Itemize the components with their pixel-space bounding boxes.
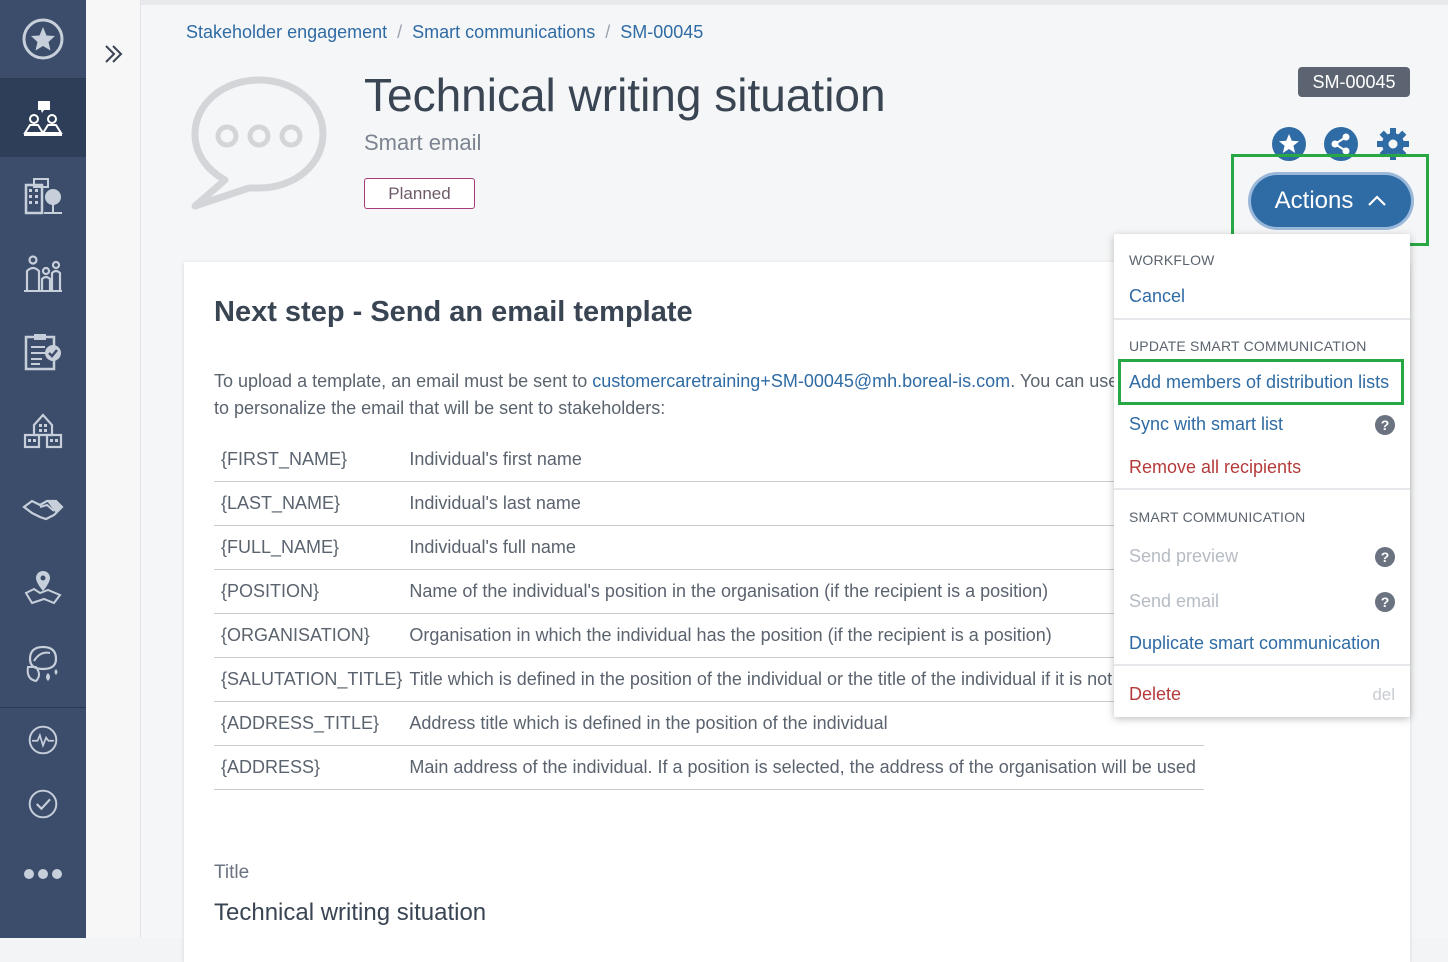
variable-description: Main address of the individual. If a pos… [402, 746, 1204, 790]
menu-send-preview[interactable]: Send preview ? [1129, 546, 1395, 567]
more-icon[interactable] [0, 836, 86, 912]
delete-shortcut: del [1372, 685, 1395, 705]
variable-description: Name of the individual's position in the… [402, 570, 1204, 614]
organisations-icon[interactable] [0, 157, 86, 235]
breadcrumb: Stakeholder engagement/Smart communicati… [186, 22, 703, 43]
svg-text:?: ? [1381, 417, 1390, 433]
menu-send-email[interactable]: Send email ? [1129, 591, 1395, 612]
environment-icon[interactable] [0, 625, 86, 703]
expand-chevrons-icon[interactable] [102, 42, 126, 66]
breadcrumb-stakeholder-engagement[interactable]: Stakeholder engagement [186, 22, 387, 42]
stakeholder-engagement-icon[interactable] [0, 79, 86, 157]
agreements-icon[interactable] [0, 469, 86, 547]
gear-icon[interactable] [1376, 127, 1410, 161]
share-icon[interactable] [1324, 127, 1358, 161]
table-row: {SALUTATION_TITLE}Title which is defined… [214, 658, 1204, 702]
menu-delete[interactable]: Deletedel [1129, 684, 1395, 705]
breadcrumb-current[interactable]: SM-00045 [620, 22, 703, 42]
activity-icon[interactable] [0, 708, 86, 772]
menu-add-members-distribution-lists[interactable]: Add members of distribution lists [1129, 372, 1395, 393]
table-row: {ADDRESS}Main address of the individual.… [214, 746, 1204, 790]
header-icons [1272, 127, 1410, 161]
individuals-icon[interactable] [0, 235, 86, 313]
svg-text:?: ? [1381, 549, 1390, 565]
section-smart-communication: SMART COMMUNICATION [1129, 509, 1305, 525]
variable-description: Individual's last name [402, 482, 1204, 526]
variable-code: {SALUTATION_TITLE} [214, 658, 402, 702]
variable-code: {POSITION} [214, 570, 402, 614]
menu-sync-smart-list[interactable]: Sync with smart list ? [1129, 414, 1395, 435]
variable-code: {ORGANISATION} [214, 614, 402, 658]
help-icon[interactable]: ? [1375, 592, 1395, 612]
table-row: {ADDRESS_TITLE}Address title which is de… [214, 702, 1204, 746]
section-update-smart-communication: UPDATE SMART COMMUNICATION [1129, 338, 1367, 354]
variable-description: Individual's first name [402, 438, 1204, 482]
title-field-value: Technical writing situation [214, 899, 486, 927]
table-row: {FIRST_NAME}Individual's first name [214, 438, 1204, 482]
properties-icon[interactable] [0, 391, 86, 469]
variable-description: Address title which is defined in the po… [402, 702, 1204, 746]
breadcrumb-smart-communications[interactable]: Smart communications [412, 22, 595, 42]
status-badge: Planned [364, 178, 475, 209]
actions-label: Actions [1275, 187, 1354, 215]
speech-bubble-icon [189, 72, 329, 212]
chevron-up-icon [1367, 195, 1387, 207]
territories-icon[interactable] [0, 547, 86, 625]
commitments-icon[interactable] [0, 313, 86, 391]
side-panel [86, 0, 141, 938]
title-field-label: Title [214, 862, 249, 884]
id-badge: SM-00045 [1298, 67, 1410, 97]
star-icon[interactable] [1272, 127, 1306, 161]
table-row: {LAST_NAME}Individual's last name [214, 482, 1204, 526]
table-row: {FULL_NAME}Individual's full name [214, 526, 1204, 570]
page-subtitle: Smart email [364, 130, 481, 156]
table-row: {POSITION}Name of the individual's posit… [214, 570, 1204, 614]
table-row: {ORGANISATION}Organisation in which the … [214, 614, 1204, 658]
variable-description: Individual's full name [402, 526, 1204, 570]
help-icon[interactable]: ? [1375, 415, 1395, 435]
actions-dropdown-menu: WORKFLOW Cancel UPDATE SMART COMMUNICATI… [1114, 234, 1410, 717]
tasks-icon[interactable] [0, 772, 86, 836]
menu-duplicate-smart-communication[interactable]: Duplicate smart communication [1129, 633, 1395, 654]
page-title: Technical writing situation [364, 68, 886, 122]
intro-text: To upload a template, an email must be s… [214, 368, 1214, 422]
menu-remove-all-recipients[interactable]: Remove all recipients [1129, 457, 1395, 478]
favorites-icon[interactable] [0, 0, 86, 78]
svg-text:?: ? [1381, 594, 1390, 610]
actions-button[interactable]: Actions [1251, 175, 1411, 227]
variable-code: {ADDRESS_TITLE} [214, 702, 402, 746]
section-workflow: WORKFLOW [1129, 252, 1215, 268]
menu-cancel[interactable]: Cancel [1129, 286, 1395, 307]
variable-description: Title which is defined in the position o… [402, 658, 1204, 702]
left-nav [0, 0, 86, 938]
variable-code: {FULL_NAME} [214, 526, 402, 570]
card-heading: Next step - Send an email template [214, 296, 693, 329]
variable-code: {LAST_NAME} [214, 482, 402, 526]
variable-code: {ADDRESS} [214, 746, 402, 790]
variable-description: Organisation in which the individual has… [402, 614, 1204, 658]
variables-table: {FIRST_NAME}Individual's first name{LAST… [214, 438, 1204, 790]
variable-code: {FIRST_NAME} [214, 438, 402, 482]
upload-email-link[interactable]: customercaretraining+SM-00045@mh.boreal-… [592, 371, 1010, 391]
help-icon[interactable]: ? [1375, 547, 1395, 567]
